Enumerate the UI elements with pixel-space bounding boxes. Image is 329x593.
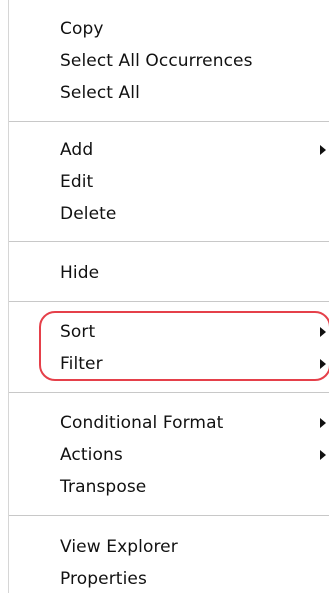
menu-group-clipboard: Copy Select All Occurrences Select All xyxy=(9,13,329,109)
submenu-arrow-icon xyxy=(320,145,326,155)
menu-item-label: Actions xyxy=(60,445,123,465)
menu-item-copy[interactable]: Copy xyxy=(9,13,329,45)
menu-item-label: Transpose xyxy=(60,477,147,497)
menu-item-hide[interactable]: Hide xyxy=(9,257,329,289)
context-menu: Copy Select All Occurrences Select All A… xyxy=(8,0,329,593)
menu-group-view: View Explorer Properties xyxy=(9,531,329,593)
menu-separator xyxy=(9,301,329,302)
menu-item-edit[interactable]: Edit xyxy=(9,166,329,198)
menu-separator xyxy=(9,392,329,393)
menu-group-edit: Add Edit Delete xyxy=(9,134,329,230)
menu-item-properties[interactable]: Properties xyxy=(9,563,329,593)
menu-separator xyxy=(9,515,329,516)
menu-item-filter[interactable]: Filter xyxy=(9,348,329,380)
menu-item-label: Select All xyxy=(60,83,140,103)
menu-item-label: Edit xyxy=(60,172,94,192)
menu-separator xyxy=(9,241,329,242)
menu-item-label: Properties xyxy=(60,569,147,589)
menu-separator xyxy=(9,121,329,122)
menu-group-visibility: Hide xyxy=(9,257,329,289)
menu-item-label: Copy xyxy=(60,19,104,39)
menu-item-conditional-format[interactable]: Conditional Format xyxy=(9,407,329,439)
menu-item-label: Sort xyxy=(60,322,96,342)
menu-item-label: Delete xyxy=(60,204,117,224)
menu-item-view-explorer[interactable]: View Explorer xyxy=(9,531,329,563)
menu-item-label: Hide xyxy=(60,263,100,283)
menu-item-transpose[interactable]: Transpose xyxy=(9,471,329,503)
menu-group-format: Conditional Format Actions Transpose xyxy=(9,407,329,503)
menu-item-label: Add xyxy=(60,140,94,160)
menu-item-actions[interactable]: Actions xyxy=(9,439,329,471)
menu-group-sort-filter: Sort Filter xyxy=(9,316,329,380)
menu-item-select-all-occurrences[interactable]: Select All Occurrences xyxy=(9,45,329,77)
submenu-arrow-icon xyxy=(320,359,326,369)
menu-item-delete[interactable]: Delete xyxy=(9,198,329,230)
menu-item-select-all[interactable]: Select All xyxy=(9,77,329,109)
menu-item-add[interactable]: Add xyxy=(9,134,329,166)
submenu-arrow-icon xyxy=(320,327,326,337)
submenu-arrow-icon xyxy=(320,450,326,460)
menu-item-label: View Explorer xyxy=(60,537,178,557)
menu-item-label: Select All Occurrences xyxy=(60,51,253,71)
menu-item-label: Conditional Format xyxy=(60,413,224,433)
menu-item-sort[interactable]: Sort xyxy=(9,316,329,348)
submenu-arrow-icon xyxy=(320,418,326,428)
menu-item-label: Filter xyxy=(60,354,103,374)
